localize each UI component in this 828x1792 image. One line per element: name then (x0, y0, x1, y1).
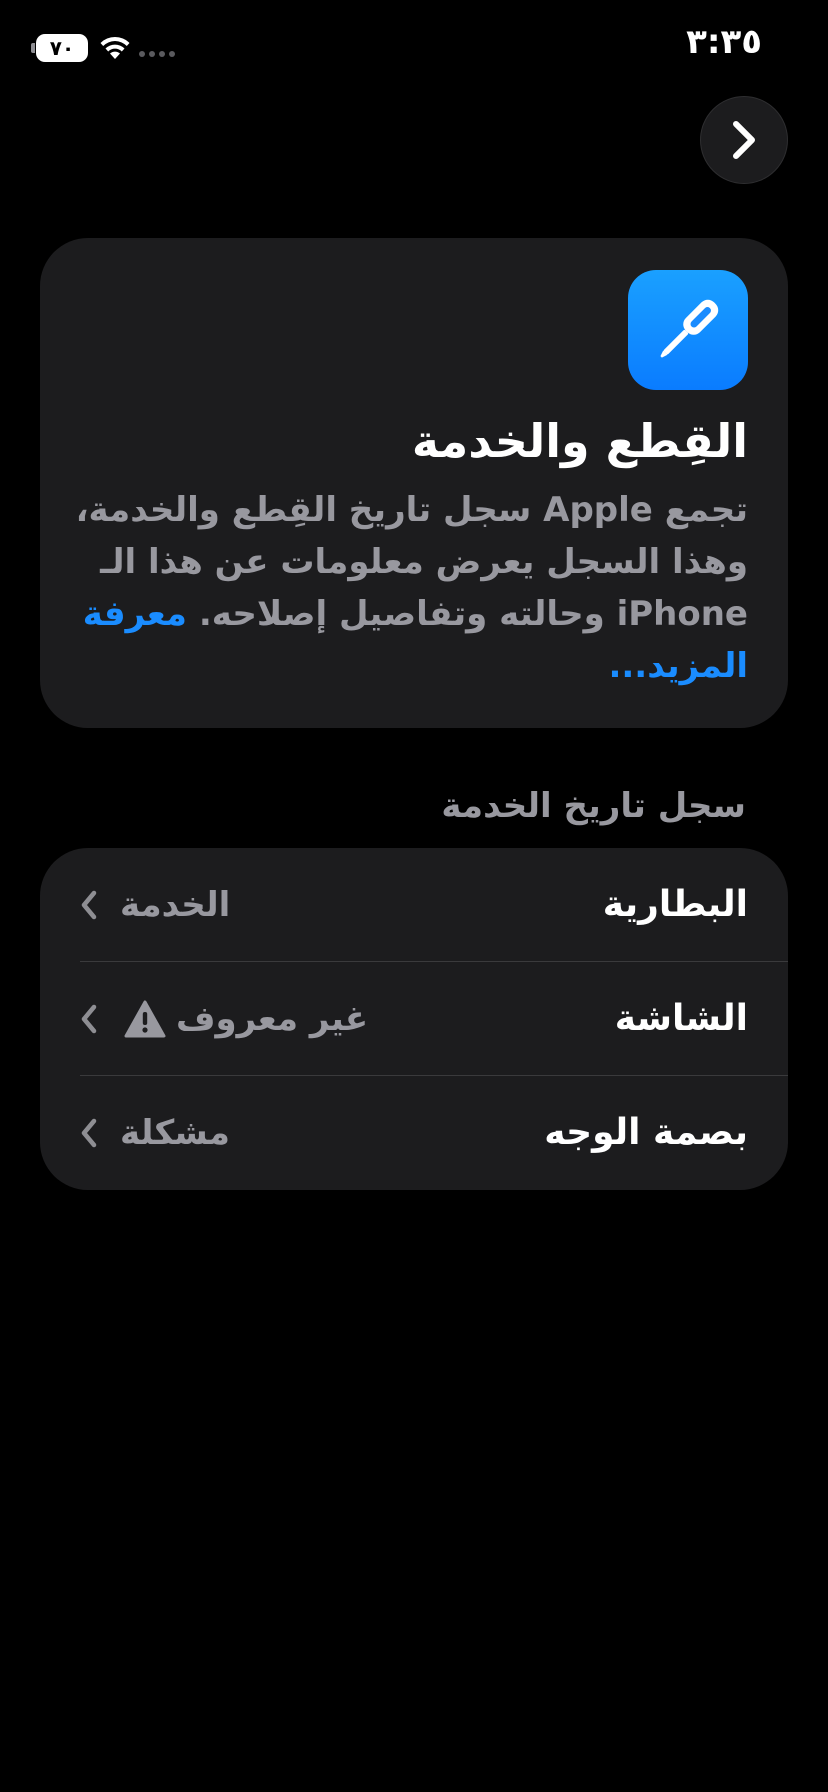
cellular-signal-icon (139, 51, 175, 57)
list-item-screen[interactable]: الشاشة غير معروف (40, 962, 788, 1076)
warning-icon (124, 1000, 166, 1038)
card-description: تجمع Apple سجل تاريخ القِطع والخدمة، وهذ… (68, 484, 748, 692)
parts-service-card: القِطع والخدمة تجمع Apple سجل تاريخ القِ… (40, 238, 788, 728)
status-bar: ٧٠ ٣:٣٥ (0, 0, 828, 96)
page-title: القِطع والخدمة (411, 414, 748, 468)
chevron-left-icon (81, 1004, 97, 1034)
battery-indicator: ٧٠ (36, 34, 88, 62)
status-time: ٣:٣٥ (686, 22, 762, 62)
chevron-right-icon (733, 121, 755, 159)
screwdriver-icon (660, 299, 719, 358)
app-icon (628, 270, 748, 390)
section-header: سجل تاريخ الخدمة (441, 786, 746, 826)
row-value: الخدمة (120, 885, 231, 925)
chevron-left-icon (81, 1118, 97, 1148)
row-label: بصمة الوجه (544, 1112, 748, 1153)
row-label: البطارية (602, 884, 748, 925)
chevron-left-icon (81, 890, 97, 920)
row-value: مشكلة (120, 1113, 230, 1153)
list-item-battery[interactable]: البطارية الخدمة (40, 848, 788, 962)
back-button[interactable] (700, 96, 788, 184)
service-history-list: البطارية الخدمة الشاشة غير معروف بصمة ال… (40, 848, 788, 1190)
row-value: غير معروف (176, 999, 369, 1039)
list-item-face-id[interactable]: بصمة الوجه مشكلة (40, 1076, 788, 1190)
battery-cap (31, 43, 35, 53)
wifi-icon (100, 36, 130, 59)
row-label: الشاشة (614, 998, 748, 1039)
